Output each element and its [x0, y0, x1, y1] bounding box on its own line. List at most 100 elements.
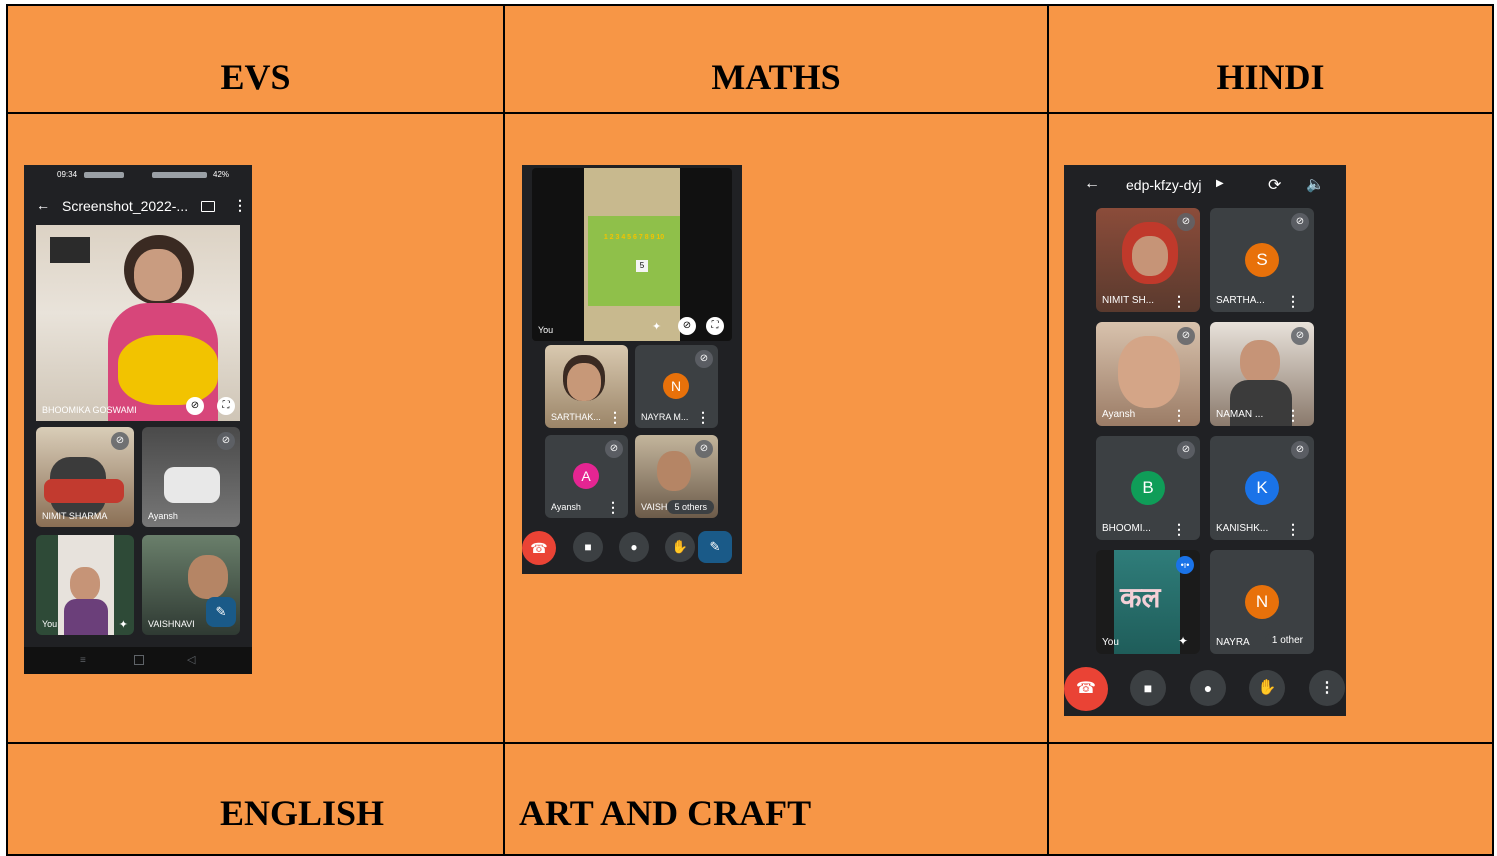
back-nav-icon[interactable]: ◁ [187, 653, 195, 666]
more-options-icon[interactable]: ⋮ [1309, 670, 1345, 706]
caret-right-icon[interactable]: ▶ [1216, 178, 1224, 189]
avatar: N [663, 373, 689, 399]
others-badge[interactable]: 5 others [667, 500, 714, 514]
pencil-icon[interactable]: ✎ [206, 597, 236, 627]
green-board-shape [588, 216, 680, 306]
video-tile[interactable]: ⊘ NIMIT SH... ⋮ [1096, 208, 1200, 312]
tile-name: KANISHK... [1216, 523, 1269, 534]
bottom-cell-english: ENGLISH [6, 742, 505, 856]
more-icon[interactable]: ⋮ [608, 410, 622, 424]
others-badge[interactable]: 1 other [1264, 633, 1310, 648]
effects-icon[interactable]: ✦ [652, 320, 661, 333]
speaker-icon[interactable]: 🔈 [1306, 175, 1325, 193]
person-face-shape [657, 451, 691, 491]
avatar: A [573, 463, 599, 489]
tile-name: BHOOMI... [1102, 523, 1151, 534]
tile-name: VAISHNAVI [148, 619, 195, 629]
meeting-code[interactable]: edp-kfzy-dyj [1126, 177, 1201, 193]
hindi-meet-screenshot: ← edp-kfzy-dyj ▶ ⟳ 🔈 ⊘ NIMIT SH... ⋮ ⊘ S [1064, 165, 1346, 716]
camera-icon[interactable]: ■ [1130, 670, 1166, 706]
mic-off-icon[interactable]: ⊘ [678, 317, 696, 335]
more-icon[interactable]: ⋮ [1172, 294, 1186, 308]
tile-name: NIMIT SH... [1102, 295, 1155, 306]
video-tile[interactable]: ⊘ Ayansh ⋮ [1096, 322, 1200, 426]
evs-meet-screenshot: 09:34 42% ← Screenshot_2022-... ⋮ BHOOMI… [24, 165, 252, 674]
tile-name: NIMIT SHARMA [42, 511, 108, 521]
self-video-tile[interactable]: 1 2 3 4 5 6 7 8 9 10 5 You ✦ ⊘ ⛶ [532, 168, 732, 341]
more-icon[interactable]: ⋮ [1172, 408, 1186, 422]
microphone-icon[interactable]: ● [619, 532, 649, 562]
video-tile[interactable]: ⊘ A Ayansh ⋮ [545, 435, 628, 518]
person-face-shape [134, 249, 182, 301]
mic-off-icon: ⊘ [217, 432, 235, 450]
end-call-icon[interactable]: ☎ [522, 531, 556, 565]
toy-shape [164, 467, 220, 503]
self-label: You [538, 325, 554, 335]
avatar: B [1131, 471, 1165, 505]
tv-shape [50, 237, 90, 263]
tile-name: BHOOMIKA GOSWAMI [42, 405, 137, 415]
fullscreen-icon[interactable]: ⛶ [217, 397, 235, 415]
microphone-icon[interactable]: ● [1190, 670, 1226, 706]
video-tile[interactable]: ⊘ NAMAN ... ⋮ [1210, 322, 1314, 426]
comment-icon[interactable] [201, 201, 215, 212]
video-tile[interactable]: VAISHNAVI ✎ [142, 535, 240, 635]
video-tile[interactable]: ⊘ B BHOOMI... ⋮ [1096, 436, 1200, 540]
subject-title-evs: EVS [220, 57, 291, 97]
more-icon[interactable]: ⋮ [696, 410, 710, 424]
avatar: K [1245, 471, 1279, 505]
mic-off-icon: ⊘ [111, 432, 129, 450]
tile-name: VAISH [641, 502, 668, 512]
tile-name: You [1102, 637, 1119, 648]
switch-camera-icon[interactable]: ⟳ [1268, 175, 1281, 195]
more-icon[interactable]: ⋮ [1286, 294, 1300, 308]
subject-title-hindi: HINDI [1216, 57, 1325, 97]
raise-hand-icon[interactable]: ✋ [1249, 670, 1285, 706]
video-tile[interactable]: You ✦ [36, 535, 134, 635]
back-arrow-icon[interactable]: ← [36, 197, 50, 213]
video-tile[interactable]: ⊘ K KANISHK... ⋮ [1210, 436, 1314, 540]
camera-icon[interactable]: ■ [573, 532, 603, 562]
person-face-shape [188, 555, 228, 599]
video-tile[interactable]: ⊘ Ayansh [142, 427, 240, 527]
person-face-shape [1240, 340, 1280, 384]
video-tile[interactable]: ⊘ VAISH 5 others [635, 435, 718, 518]
pencil-icon[interactable]: ✎ [698, 531, 732, 563]
end-call-icon[interactable]: ☎ [1064, 667, 1108, 711]
mic-off-icon[interactable]: ⊘ [186, 397, 204, 415]
menu-icon[interactable]: ≡ [80, 655, 86, 666]
more-icon[interactable]: ⋮ [1286, 408, 1300, 422]
video-tile-main[interactable]: BHOOMIKA GOSWAMI ⊘ ⛶ [36, 225, 240, 421]
effects-icon[interactable]: ✦ [119, 618, 128, 631]
raise-hand-icon[interactable]: ✋ [665, 532, 695, 562]
status-icons [84, 172, 124, 178]
video-tile[interactable]: ⊘ NIMIT SHARMA [36, 427, 134, 527]
fullscreen-icon[interactable]: ⛶ [706, 317, 724, 335]
home-icon[interactable] [134, 655, 144, 665]
video-tile[interactable]: N NAYRA 1 other [1210, 550, 1314, 654]
avatar: S [1245, 243, 1279, 277]
tile-name: Ayansh [551, 502, 581, 512]
more-icon[interactable]: ⋮ [606, 500, 620, 514]
self-video-tile[interactable]: कल •ı• You ✦ [1096, 550, 1200, 654]
person-face-shape [567, 363, 601, 401]
more-icon[interactable]: ⋮ [233, 197, 247, 214]
subject-title-maths: MATHS [711, 57, 841, 97]
tile-name: Ayansh [1102, 409, 1136, 420]
app-bar: ← Screenshot_2022-... ⋮ [24, 187, 252, 223]
tile-name: NAMAN ... [1216, 409, 1264, 420]
video-tile[interactable]: ⊘ S SARTHA... ⋮ [1210, 208, 1314, 312]
hindi-image-cell: ← edp-kfzy-dyj ▶ ⟳ 🔈 ⊘ NIMIT SH... ⋮ ⊘ S [1047, 112, 1494, 744]
effects-icon[interactable]: ✦ [1178, 634, 1188, 648]
speaking-indicator-icon: •ı• [1176, 556, 1194, 574]
status-time: 09:34 [57, 170, 78, 179]
video-tile[interactable]: SARTHAK... ⋮ [545, 345, 628, 428]
tile-name: NAYRA [1216, 637, 1250, 648]
back-arrow-icon[interactable]: ← [1084, 175, 1100, 193]
person-face-shape [1118, 336, 1180, 408]
more-icon[interactable]: ⋮ [1286, 522, 1300, 536]
board-numbers: 1 2 3 4 5 6 7 8 9 10 [603, 234, 665, 241]
video-tile[interactable]: ⊘ N NAYRA M... ⋮ [635, 345, 718, 428]
toy-car-shape [118, 335, 218, 405]
more-icon[interactable]: ⋮ [1172, 522, 1186, 536]
